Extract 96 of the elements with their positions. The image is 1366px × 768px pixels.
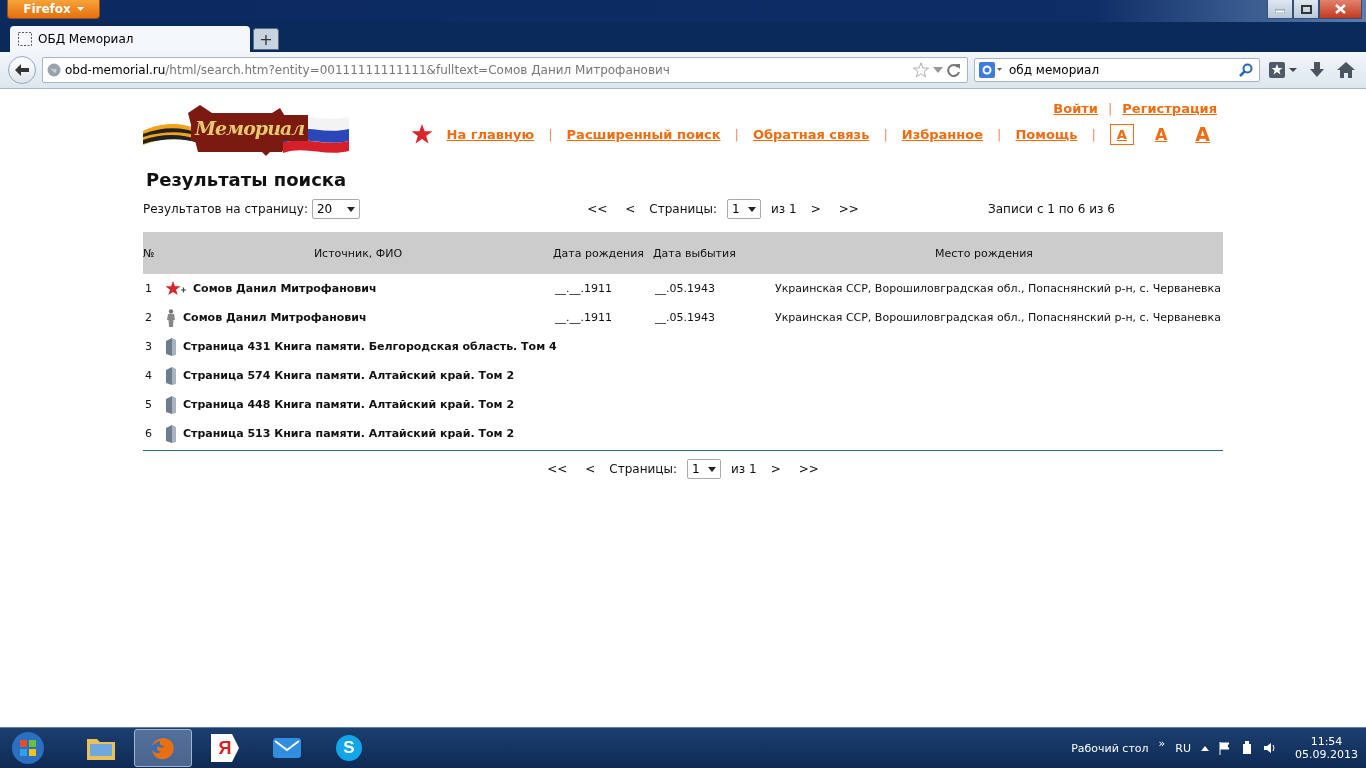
- clock-date[interactable]: 05.09.2013: [1295, 748, 1358, 761]
- reload-icon[interactable]: [947, 63, 961, 77]
- page-icon: [18, 32, 32, 46]
- desktop-label[interactable]: Рабочий стол: [1071, 741, 1149, 755]
- book-icon: [165, 395, 177, 414]
- caret-icon: [346, 206, 355, 212]
- book-icon: [165, 337, 177, 356]
- link-separator: |: [734, 126, 739, 142]
- last-page-link[interactable]: >>: [834, 202, 863, 216]
- records-count: Записи с 1 по 6 из 6: [988, 202, 1115, 216]
- firefox-icon: [149, 734, 177, 762]
- star-icon[interactable]: [913, 62, 929, 78]
- clock-time[interactable]: 11:54: [1310, 735, 1343, 748]
- column-header[interactable]: Место рождения: [745, 232, 1223, 274]
- close-button[interactable]: [1319, 0, 1362, 19]
- bookmarks-icon: [1268, 61, 1298, 79]
- column-header[interactable]: №: [143, 232, 163, 274]
- page-title: Результаты поиска: [146, 169, 348, 190]
- row-number: 1: [143, 274, 163, 303]
- link-separator: |: [1107, 101, 1113, 116]
- record-name[interactable]: Страница 574 Книга памяти. Алтайский край. Том 2: [183, 369, 515, 382]
- page-count: из 1: [771, 202, 797, 216]
- first-page-link[interactable]: <<: [583, 202, 612, 216]
- star-icon: [410, 123, 433, 145]
- row-number: 6: [144, 426, 153, 442]
- google-icon: [979, 62, 1003, 78]
- dropdown-icon[interactable]: [933, 67, 943, 73]
- back-button[interactable]: [8, 56, 36, 84]
- caret-icon: [708, 466, 716, 472]
- maximize-button[interactable]: [1293, 0, 1319, 19]
- column-header[interactable]: Дата выбытия: [653, 232, 745, 274]
- caret-icon: [76, 7, 84, 11]
- flag-icon[interactable]: [1219, 741, 1231, 755]
- record-name[interactable]: Сомов Данил Митрофанович: [193, 282, 377, 295]
- person-icon: [165, 308, 177, 327]
- windows-logo-icon: [11, 731, 45, 765]
- first-page-link[interactable]: <<: [543, 462, 572, 476]
- minimize-button[interactable]: [1267, 0, 1293, 19]
- birth-place: Украинская ССР, Ворошиловградская обл., Попаснянский р-н, с. Черваневка: [774, 282, 1221, 295]
- new-tab-button[interactable]: +: [253, 28, 279, 50]
- star-cross-icon: [165, 280, 187, 297]
- link-separator: |: [997, 126, 1002, 142]
- book-icon: [165, 366, 177, 385]
- book-icon: [165, 424, 177, 443]
- language-indicator[interactable]: RU: [1175, 741, 1191, 755]
- row-number: 2: [144, 310, 153, 326]
- previous-page-link[interactable]: <: [581, 462, 600, 476]
- pages-label: Страницы:: [649, 202, 717, 216]
- mail-icon: [272, 736, 302, 760]
- birth-date: __.__.1911: [555, 311, 612, 324]
- departure-date: __.05.1943: [655, 282, 715, 295]
- link-separator: |: [883, 126, 888, 142]
- per-page-select[interactable]: 20: [311, 199, 360, 219]
- next-page-link[interactable]: >: [806, 202, 825, 216]
- speaker-icon[interactable]: [1263, 742, 1277, 754]
- row-number: 4: [144, 368, 153, 384]
- address-field[interactable]: obd-memorial.ru/html/search.htm?entity=00111111111111&fulltext=Сомов Данил Митрофанович: [42, 57, 968, 83]
- row-number: 5: [144, 397, 153, 413]
- row-number: 3: [144, 339, 153, 355]
- taskbar-app[interactable]: Я: [196, 729, 254, 767]
- home-icon: [1336, 61, 1356, 79]
- previous-page-link[interactable]: <: [621, 202, 640, 216]
- record-name[interactable]: Страница 448 Книга памяти. Алтайский край. Том 2: [183, 398, 515, 411]
- download-icon: [1308, 61, 1326, 79]
- skype-icon: S: [336, 735, 362, 761]
- browser-tab[interactable]: ОБД Мемориал: [10, 26, 250, 52]
- page-select[interactable]: 1: [727, 199, 761, 219]
- link-separator: |: [548, 126, 553, 142]
- record-name[interactable]: Сомов Данил Митрофанович: [183, 311, 367, 324]
- page-select[interactable]: 1: [687, 459, 721, 479]
- next-page-link[interactable]: >: [766, 462, 785, 476]
- close-icon: [1335, 4, 1346, 14]
- birth-date: __.__.1911: [555, 282, 612, 295]
- maximize-icon: [1300, 4, 1312, 14]
- pages-label: Страницы:: [609, 462, 677, 476]
- page-count: из 1: [731, 462, 757, 476]
- column-header[interactable]: Источник, ФИО: [163, 232, 553, 274]
- chevron-label[interactable]: »: [1158, 736, 1166, 750]
- memorial-logo[interactable]: Мемориал: [143, 101, 353, 159]
- last-page-link[interactable]: >>: [794, 462, 823, 476]
- back-arrow-icon: [14, 63, 30, 77]
- bookmarks-button[interactable]: [1266, 59, 1300, 81]
- tray-arrow-icon[interactable]: [1201, 745, 1209, 751]
- yandex-icon: Я: [211, 734, 239, 762]
- globe-icon: [47, 63, 61, 77]
- departure-date: __.05.1943: [655, 311, 715, 324]
- search-icon[interactable]: [1239, 63, 1253, 77]
- search-field[interactable]: обд мемориал: [974, 58, 1260, 82]
- link-separator: |: [1091, 126, 1096, 142]
- column-header[interactable]: Дата рождения: [553, 232, 653, 274]
- record-name[interactable]: Страница 513 Книга памяти. Алтайский край. Том 2: [183, 427, 515, 440]
- per-page-label: Результатов на страницу:: [143, 202, 308, 216]
- birth-place: Украинская ССР, Ворошиловградская обл., Попаснянский р-н, с. Черваневка: [774, 311, 1221, 324]
- record-name[interactable]: Страница 431 Книга памяти. Белгородская область. Том 4: [183, 340, 557, 353]
- caret-icon: [748, 206, 756, 212]
- tab-title: ОБД Мемориал: [38, 32, 134, 46]
